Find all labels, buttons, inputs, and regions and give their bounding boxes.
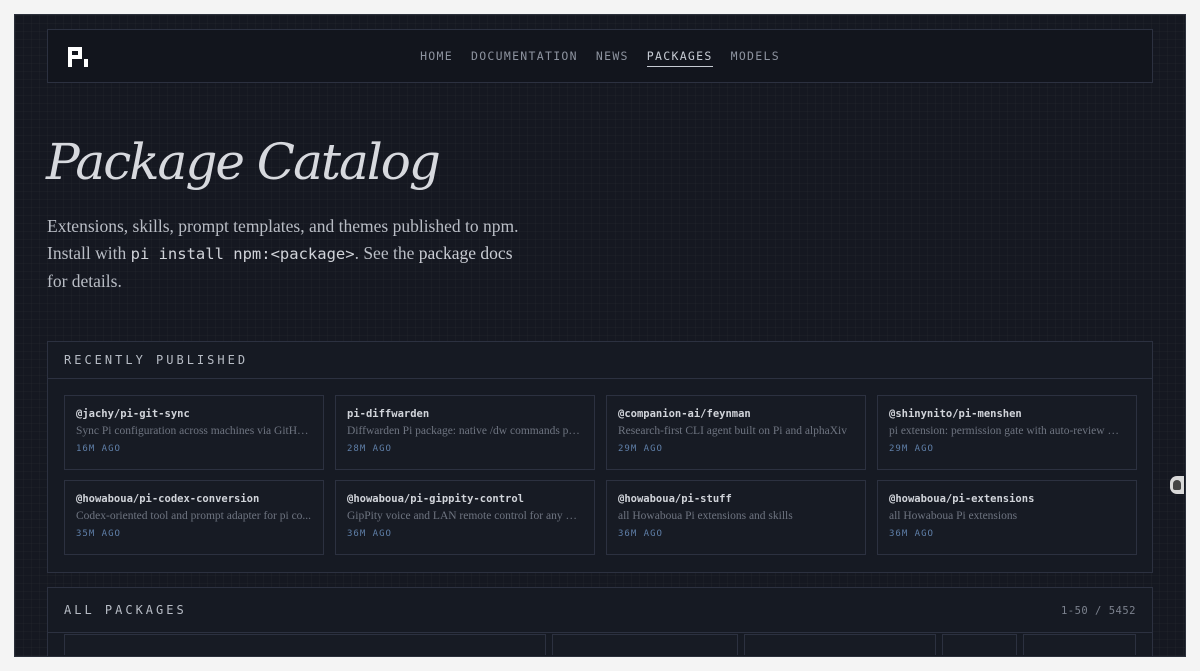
table-cell — [64, 634, 547, 655]
table-cell — [942, 634, 1018, 655]
package-description: Diffwarden Pi package: native /dw comman… — [347, 425, 583, 437]
pagination-count: 1-50 / 5452 — [1060, 605, 1136, 617]
side-widget-tab[interactable] — [1170, 476, 1184, 494]
all-packages-panel: ALL PACKAGES 1-50 / 5452 — [47, 587, 1153, 656]
nav-links: HOME DOCUMENTATION NEWS PACKAGES MODELS — [48, 49, 1152, 67]
package-card[interactable]: @howaboua/pi-stuff all Howaboua Pi extens… — [606, 480, 866, 555]
published-time: 29M AGO — [889, 444, 934, 454]
nav-documentation[interactable]: DOCUMENTATION — [471, 49, 578, 67]
package-description: Sync Pi configuration across machines vi… — [76, 425, 312, 437]
browser-viewport: HOME DOCUMENTATION NEWS PACKAGES MODELS … — [14, 14, 1186, 657]
page-description: Extensions, skills, prompt templates, an… — [47, 213, 527, 295]
package-card[interactable]: @companion-ai/feynman Research-first CLI … — [606, 395, 866, 470]
page-title: Package Catalog — [46, 133, 441, 191]
nav-packages[interactable]: PACKAGES — [646, 49, 713, 67]
package-name[interactable]: @howaboua/pi-gippity-control — [347, 493, 583, 505]
published-time: 36M AGO — [889, 529, 934, 539]
all-packages-title: ALL PACKAGES — [64, 603, 187, 617]
package-description: Codex-oriented tool and prompt adapter f… — [76, 510, 312, 522]
published-time: 36M AGO — [347, 529, 392, 539]
package-card[interactable]: @jachy/pi-git-sync Sync Pi configuration … — [64, 395, 324, 470]
published-time: 36M AGO — [618, 529, 663, 539]
package-card[interactable]: @howaboua/pi-codex-conversion Codex-orien… — [64, 480, 324, 555]
top-navbar: HOME DOCUMENTATION NEWS PACKAGES MODELS — [47, 29, 1153, 83]
published-time: 35M AGO — [76, 529, 121, 539]
package-name[interactable]: pi-diffwarden — [347, 408, 583, 420]
package-description: GipPity voice and LAN remote control for… — [347, 510, 583, 522]
table-cell — [744, 634, 937, 655]
package-card[interactable]: pi-diffwarden Diffwarden Pi package: nati… — [335, 395, 595, 470]
install-command: pi install npm:<package> — [130, 245, 355, 263]
published-time: 29M AGO — [618, 444, 663, 454]
package-table-top — [64, 634, 1137, 655]
nav-models[interactable]: MODELS — [731, 49, 780, 67]
desc-text-3: for details. — [47, 271, 122, 291]
package-description: pi extension: permission gate with auto-… — [889, 425, 1125, 437]
all-packages-header: ALL PACKAGES 1-50 / 5452 — [48, 588, 1152, 633]
recently-published-panel: RECENTLY PUBLISHED @jachy/pi-git-sync Syn… — [47, 341, 1153, 573]
package-card[interactable]: @howaboua/pi-extensions all Howaboua Pi e… — [877, 480, 1137, 555]
nav-news[interactable]: NEWS — [596, 49, 629, 67]
package-name[interactable]: @howaboua/pi-codex-conversion — [76, 493, 312, 505]
recent-packages-grid: @jachy/pi-git-sync Sync Pi configuration … — [48, 379, 1152, 571]
package-docs-link[interactable]: package docs — [419, 243, 513, 263]
desc-text-2: . See the — [354, 243, 419, 263]
table-cell — [1023, 634, 1137, 655]
package-description: Research-first CLI agent built on Pi and… — [618, 425, 847, 437]
package-name[interactable]: @jachy/pi-git-sync — [76, 408, 312, 420]
recently-published-header: RECENTLY PUBLISHED — [48, 342, 1152, 379]
package-name[interactable]: @howaboua/pi-stuff — [618, 493, 854, 505]
package-name[interactable]: @shinynito/pi-menshen — [889, 408, 1125, 420]
widget-icon — [1173, 480, 1181, 490]
package-description: all Howaboua Pi extensions — [889, 510, 1018, 522]
package-description: all Howaboua Pi extensions and skills — [618, 510, 793, 522]
package-name[interactable]: @companion-ai/feynman — [618, 408, 854, 420]
table-cell — [552, 634, 739, 655]
nav-home[interactable]: HOME — [420, 49, 453, 67]
package-name[interactable]: @howaboua/pi-extensions — [889, 493, 1125, 505]
published-time: 16M AGO — [76, 444, 121, 454]
package-card[interactable]: @shinynito/pi-menshen pi extension: permi… — [877, 395, 1137, 470]
package-card[interactable]: @howaboua/pi-gippity-control GipPity voic… — [335, 480, 595, 555]
published-time: 28M AGO — [347, 444, 392, 454]
recently-published-title: RECENTLY PUBLISHED — [64, 353, 249, 367]
